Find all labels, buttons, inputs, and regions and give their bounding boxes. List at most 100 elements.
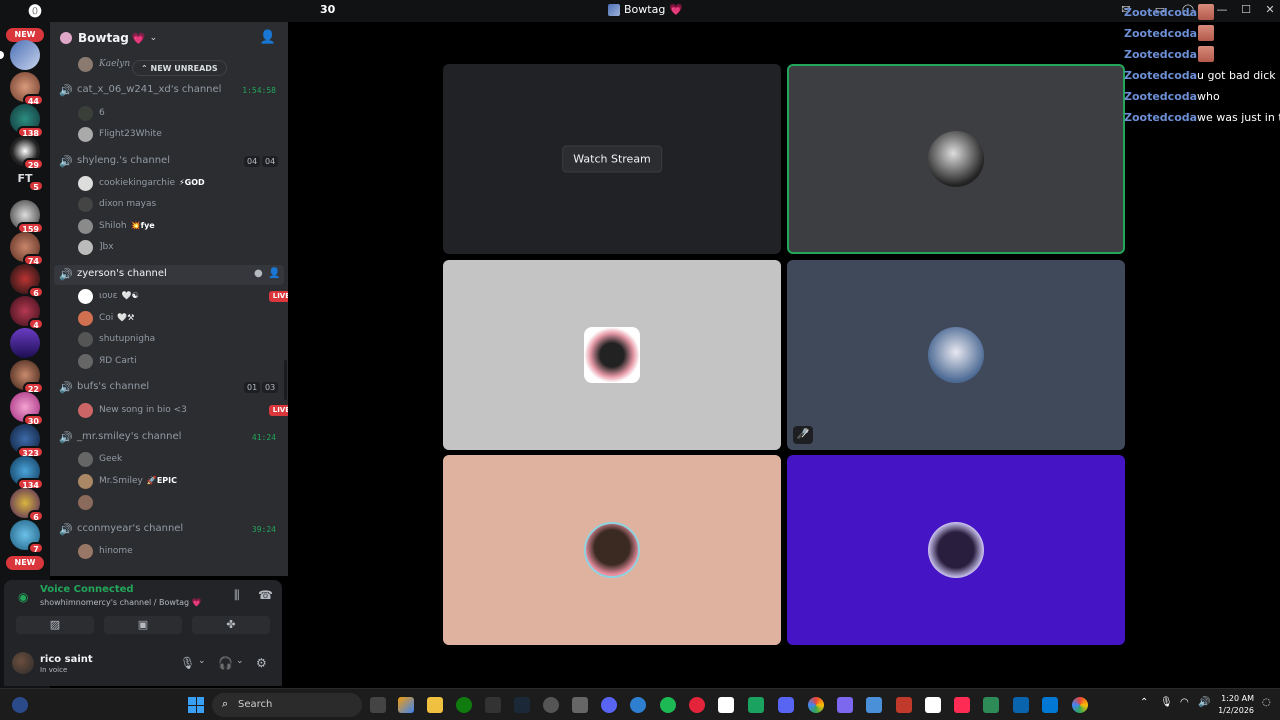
settings-icon[interactable] xyxy=(572,697,588,713)
voice-channel-zyerson[interactable]: 🔊 zyerson's channel ● 👤 xyxy=(54,265,284,285)
server-icon[interactable]: 29 xyxy=(10,136,44,170)
add-member-icon[interactable]: 👤 xyxy=(260,30,276,45)
server-icon[interactable] xyxy=(10,328,40,358)
chat-bubble-icon[interactable]: ● xyxy=(254,268,263,279)
screen-share-button[interactable]: ▣ xyxy=(104,616,182,634)
noise-suppression-icon[interactable]: ⫼ xyxy=(234,588,240,603)
volume-icon[interactable]: 🔊 xyxy=(1198,697,1210,708)
gear-icon[interactable]: ⚙ xyxy=(256,656,267,670)
invite-icon[interactable]: 👤 xyxy=(268,268,280,279)
voice-user[interactable]: Shiloh 💥fye xyxy=(78,217,278,237)
microphone-icon[interactable]: 🎙 xyxy=(1160,697,1173,708)
chevron-down-icon[interactable]: ⌄ xyxy=(236,656,244,666)
edge-icon[interactable] xyxy=(630,697,646,713)
new-unreads-button[interactable]: ⌃ NEW UNREADS xyxy=(132,60,227,76)
scrollbar[interactable] xyxy=(284,360,287,400)
voice-user[interactable]: dixon mayas xyxy=(78,195,278,215)
headphones-icon[interactable]: 🎧 xyxy=(218,656,233,670)
app-icon[interactable] xyxy=(1042,697,1058,713)
capcut-icon[interactable] xyxy=(925,697,941,713)
opera-icon[interactable] xyxy=(689,697,705,713)
signal-icon[interactable]: ◉ xyxy=(18,590,28,604)
guild-header[interactable]: Bowtag 💗 ⌄ 👤 xyxy=(50,22,288,54)
tiktok-icon[interactable] xyxy=(954,697,970,713)
server-icon[interactable]: 74 xyxy=(10,232,44,266)
server-icon[interactable]: 30 xyxy=(10,392,44,426)
chrome-icon[interactable] xyxy=(808,697,824,713)
app-icon[interactable] xyxy=(718,697,734,713)
server-icon[interactable]: 134 xyxy=(10,456,44,490)
voice-user[interactable]: Mr.Smiley 🚀EPIC xyxy=(78,472,278,492)
xbox-icon[interactable] xyxy=(456,697,472,713)
voice-user[interactable]: Geek xyxy=(78,450,278,470)
avatar[interactable] xyxy=(12,652,34,674)
activities-button[interactable]: ✤ xyxy=(192,616,270,634)
app-icon[interactable] xyxy=(1013,697,1029,713)
voice-channel[interactable]: 🔊 bufs's channel 01 03 xyxy=(50,378,288,398)
taskbar-search[interactable]: ⌕ Search xyxy=(212,693,362,717)
voice-status[interactable]: Voice Connected xyxy=(40,584,134,595)
voice-user[interactable]: hinome xyxy=(78,542,278,562)
server-icon-bowtag[interactable] xyxy=(0,40,40,70)
notifications-icon[interactable]: ◌ xyxy=(1262,697,1271,708)
taskbar-clock[interactable]: 1:20 AM 1/2/2026 xyxy=(1218,693,1254,717)
app-icon[interactable] xyxy=(866,697,882,713)
server-icon[interactable]: 138 xyxy=(10,104,44,138)
participant-tile[interactable] xyxy=(443,260,781,450)
participant-tile-speaking[interactable] xyxy=(787,64,1125,254)
app-icon[interactable] xyxy=(601,697,617,713)
tray-overflow-icon[interactable]: ⌃ xyxy=(1140,697,1148,708)
spotify-icon[interactable] xyxy=(660,697,676,713)
my-username[interactable]: rico saint xyxy=(40,654,93,665)
app-icon[interactable] xyxy=(837,697,853,713)
heart-icon: 💗 xyxy=(669,3,684,16)
voice-user[interactable]: shutupnigha xyxy=(78,330,278,350)
server-icon[interactable]: 6 xyxy=(10,488,44,522)
voice-location[interactable]: showhimnomercy's channel / Bowtag 💗 xyxy=(40,598,202,607)
app-icon[interactable] xyxy=(748,697,764,713)
file-explorer-icon[interactable] xyxy=(427,697,443,713)
camera-button[interactable]: ▨ xyxy=(16,616,94,634)
voice-user[interactable]: ЯD Carti xyxy=(78,352,278,372)
app-icon[interactable] xyxy=(543,697,559,713)
app-icon[interactable] xyxy=(896,697,912,713)
voice-user[interactable]: New song in bio <3 LIVE xyxy=(78,401,288,421)
voice-user[interactable]: Flight23White xyxy=(78,125,278,145)
app-icon[interactable] xyxy=(983,697,999,713)
task-view-icon[interactable] xyxy=(370,697,386,713)
watch-stream-button[interactable]: Watch Stream xyxy=(562,145,662,173)
voice-user[interactable]: Coi 🤍⚒ xyxy=(78,309,278,329)
chrome-icon[interactable] xyxy=(1072,697,1088,713)
voice-channel[interactable]: 🔊 cconmyear's channel 39:24 xyxy=(50,520,288,540)
copilot-icon[interactable] xyxy=(398,697,414,713)
voice-user[interactable]: ιουε 🤍☯ LIVE xyxy=(78,287,288,307)
voice-user[interactable] xyxy=(78,493,278,513)
voice-user[interactable]: 6 xyxy=(78,104,278,124)
stream-tile[interactable]: Watch Stream xyxy=(443,64,781,254)
microphone-icon[interactable]: 🎙 xyxy=(180,656,195,670)
voice-channel[interactable]: 🔊 cat_x_06_w241_xd's channel 1:54:58 xyxy=(50,81,288,101)
server-icon[interactable]: 44 xyxy=(10,72,44,106)
server-icon[interactable]: 4 xyxy=(10,296,44,330)
server-icon[interactable]: 6 xyxy=(10,264,44,298)
wifi-icon[interactable]: ◠ xyxy=(1180,697,1189,708)
server-icon[interactable]: 7 xyxy=(10,520,44,554)
participant-tile[interactable]: 🎤̸ xyxy=(787,260,1125,450)
start-button[interactable] xyxy=(188,697,204,713)
participant-tile[interactable] xyxy=(443,455,781,645)
voice-channel[interactable]: 🔊 shyleng.'s channel 04 04 xyxy=(50,152,288,172)
widgets-icon[interactable] xyxy=(12,697,28,713)
new-unreads-pill-bottom[interactable]: NEW xyxy=(6,556,44,570)
server-icon[interactable]: 159 xyxy=(10,200,44,234)
steam-icon[interactable] xyxy=(514,697,530,713)
voice-user[interactable]: ]bx xyxy=(78,238,278,258)
epic-games-icon[interactable] xyxy=(485,697,501,713)
server-icon[interactable]: 22 xyxy=(10,360,44,394)
chevron-down-icon[interactable]: ⌄ xyxy=(198,656,206,666)
voice-user[interactable]: cookiekingarchie ⚡GOD xyxy=(78,174,278,194)
participant-tile[interactable] xyxy=(787,455,1125,645)
server-icon[interactable]: 323 xyxy=(10,424,44,458)
voice-channel[interactable]: 🔊 _mr.smiley's channel 41:24 xyxy=(50,428,288,448)
disconnect-icon[interactable]: ☎ xyxy=(258,588,273,602)
discord-icon[interactable] xyxy=(778,697,794,713)
